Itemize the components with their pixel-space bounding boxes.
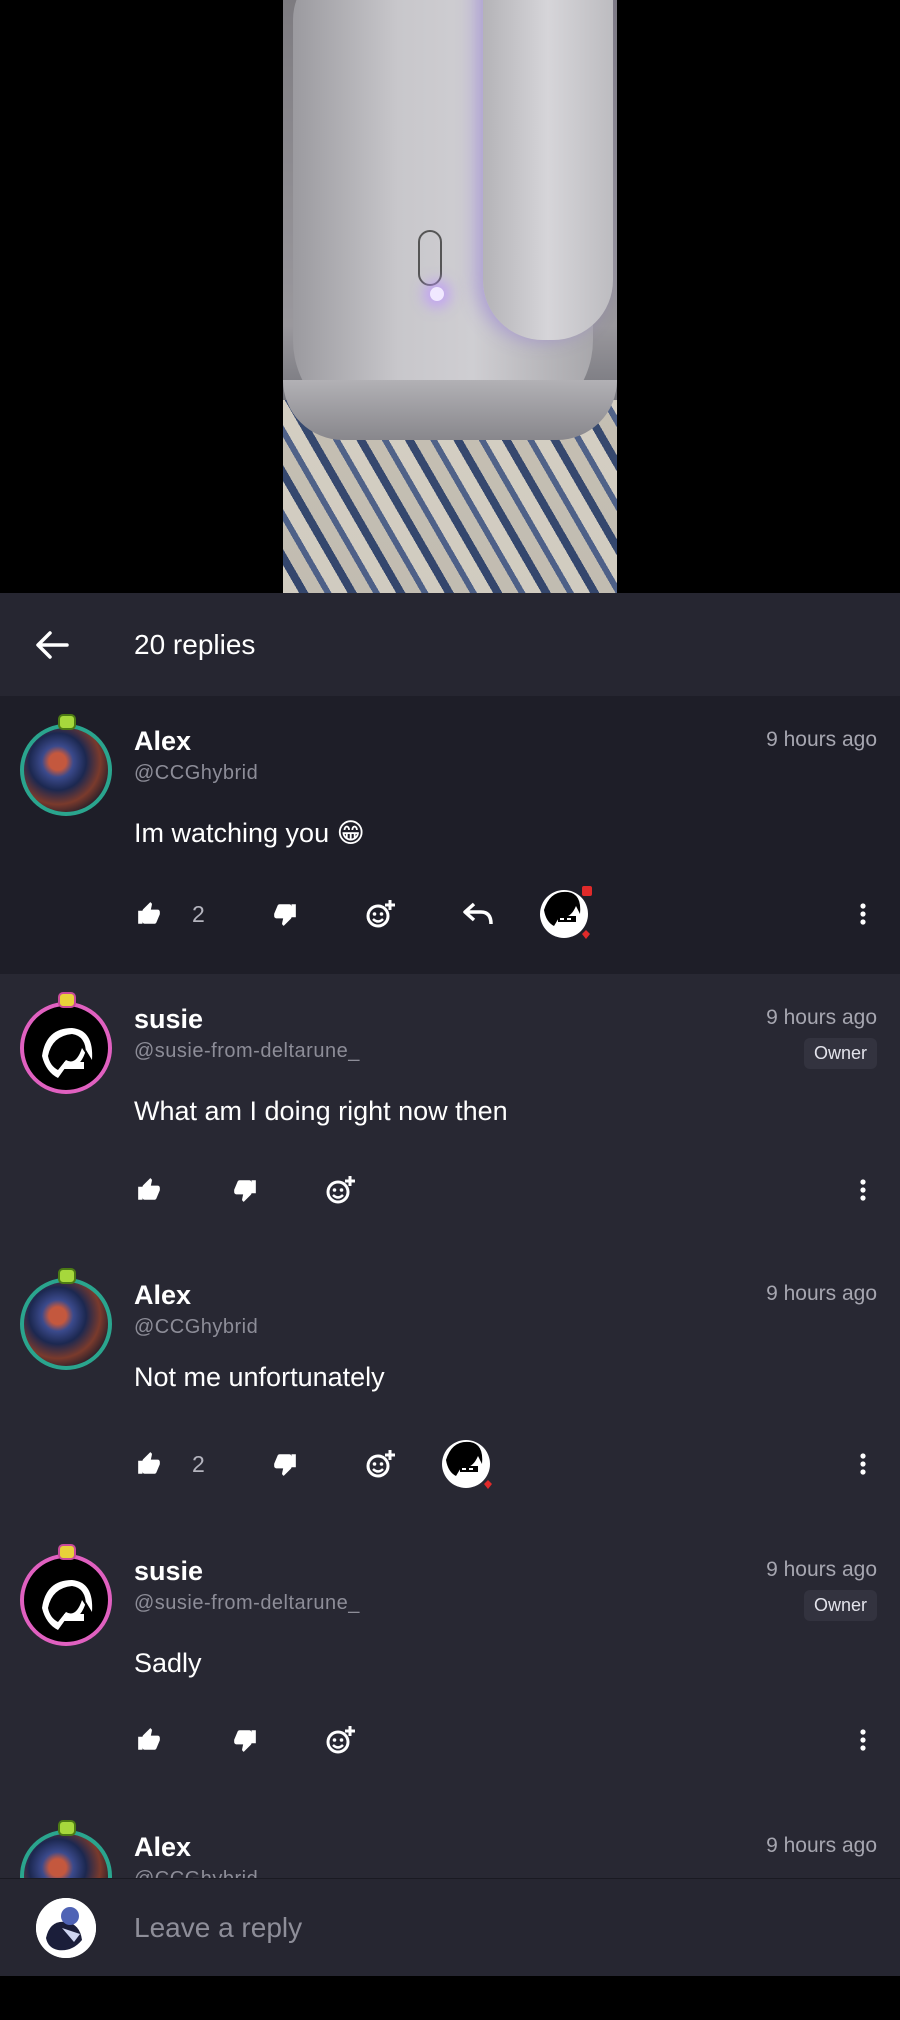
page-title: 20 replies	[134, 628, 256, 660]
avatar[interactable]	[20, 992, 112, 1094]
comment-text: Im watching you 😁	[134, 818, 365, 848]
comment-actions: 2	[0, 1440, 900, 1489]
avatar[interactable]	[20, 714, 112, 816]
like-button[interactable]	[128, 1166, 170, 1214]
crown-badge-icon	[58, 992, 76, 1008]
more-options-button[interactable]	[848, 1716, 878, 1764]
add-reaction-button[interactable]	[358, 1440, 402, 1488]
comment-text: What am I doing right now then	[134, 1096, 508, 1126]
comment-author-handle[interactable]: @susie-from-deltarune_	[134, 1040, 360, 1063]
comment-text: Sadly	[134, 1648, 202, 1678]
comment-author-name[interactable]: susie	[134, 1004, 203, 1035]
more-vert-icon	[860, 1179, 866, 1201]
comment-item: Alex @CCGhybrid 9 hours ago	[0, 1802, 900, 1878]
thumb-up-icon	[138, 902, 160, 924]
like-button[interactable]	[128, 1716, 170, 1764]
creator-heart-avatar[interactable]	[540, 886, 592, 939]
comment-timestamp: 9 hours ago	[766, 1834, 877, 1857]
like-count: 2	[192, 901, 205, 927]
comment-author-handle[interactable]: @susie-from-deltarune_	[134, 1592, 360, 1615]
replies-list[interactable]: Alex @CCGhybrid 9 hours ago Im watching …	[0, 696, 900, 1878]
thumb-down-icon	[234, 1730, 256, 1752]
avatar[interactable]	[20, 1544, 112, 1646]
like-button[interactable]	[128, 890, 170, 938]
comment-actions	[0, 1166, 900, 1214]
comment-item: susie @susie-from-deltarune_ 9 hours ago…	[0, 974, 900, 1250]
more-vert-icon	[860, 903, 866, 925]
comment-item: Alex @CCGhybrid 9 hours ago Im watching …	[0, 696, 900, 974]
comment-actions: 2	[0, 886, 900, 939]
comment-author-name[interactable]: Alex	[134, 1832, 191, 1863]
crown-badge-icon	[58, 1820, 76, 1836]
comment-author-handle[interactable]: @CCGhybrid	[134, 1316, 258, 1339]
dislike-button[interactable]	[264, 1440, 306, 1488]
comment-author-handle[interactable]: @CCGhybrid	[134, 762, 258, 785]
crown-badge-icon	[58, 714, 76, 730]
replies-header: 20 replies	[0, 593, 900, 696]
comment-text: Not me unfortunately	[134, 1362, 385, 1392]
avatar[interactable]	[20, 1268, 112, 1370]
comment-item: susie @susie-from-deltarune_ 9 hours ago…	[0, 1526, 900, 1802]
reply-bar	[0, 1878, 900, 1976]
current-user-avatar[interactable]	[36, 1898, 96, 1958]
comment-actions	[0, 1716, 900, 1764]
add-reaction-icon	[326, 1726, 355, 1754]
avatar[interactable]	[20, 1820, 112, 1878]
dislike-button[interactable]	[264, 890, 306, 938]
crown-badge-icon	[58, 1544, 76, 1560]
thumb-up-icon	[138, 1728, 160, 1750]
more-options-button[interactable]	[848, 890, 878, 938]
owner-badge: Owner	[803, 1590, 877, 1621]
dislike-button[interactable]	[224, 1166, 266, 1214]
comment-timestamp: 9 hours ago	[766, 1006, 877, 1029]
comment-author-name[interactable]: Alex	[134, 1280, 191, 1311]
dislike-button[interactable]	[224, 1716, 266, 1764]
more-options-button[interactable]	[848, 1166, 878, 1214]
reply-input[interactable]	[134, 1903, 854, 1953]
comment-timestamp: 9 hours ago	[766, 1282, 877, 1305]
system-nav-bar	[0, 1976, 900, 2020]
comment-author-name[interactable]: susie	[134, 1556, 203, 1587]
more-vert-icon	[860, 1453, 866, 1475]
more-options-button[interactable]	[848, 1440, 878, 1488]
add-reaction-button[interactable]	[318, 1166, 362, 1214]
back-button[interactable]	[22, 615, 82, 675]
comment-timestamp: 9 hours ago	[766, 1558, 877, 1581]
more-vert-icon	[860, 1729, 866, 1751]
comment-author-name[interactable]: Alex	[134, 726, 191, 757]
like-count: 2	[192, 1451, 205, 1477]
thumb-down-icon	[274, 1454, 296, 1476]
thumb-down-icon	[234, 1180, 256, 1202]
creator-heart-avatar[interactable]	[442, 1436, 494, 1489]
back-arrow-icon	[36, 630, 69, 659]
thumb-down-icon	[274, 904, 296, 926]
add-reaction-icon	[366, 1450, 395, 1478]
video-frame	[283, 0, 617, 593]
comment-timestamp: 9 hours ago	[766, 728, 877, 751]
comment-author-handle[interactable]: @CCGhybrid	[134, 1868, 258, 1878]
crown-badge-icon	[58, 1268, 76, 1284]
add-reaction-icon	[366, 900, 395, 928]
thumb-up-icon	[138, 1178, 160, 1200]
video-player[interactable]	[0, 0, 900, 593]
add-reaction-button[interactable]	[318, 1716, 362, 1764]
reply-button[interactable]	[456, 890, 500, 938]
add-reaction-icon	[326, 1176, 355, 1204]
video-scene-device	[293, 0, 613, 430]
owner-badge: Owner	[803, 1038, 877, 1069]
like-button[interactable]	[128, 1440, 170, 1488]
add-reaction-button[interactable]	[358, 890, 402, 938]
thumb-up-icon	[138, 1452, 160, 1474]
comment-item: Alex @CCGhybrid 9 hours ago Not me unfor…	[0, 1250, 900, 1526]
reply-icon	[463, 902, 493, 925]
